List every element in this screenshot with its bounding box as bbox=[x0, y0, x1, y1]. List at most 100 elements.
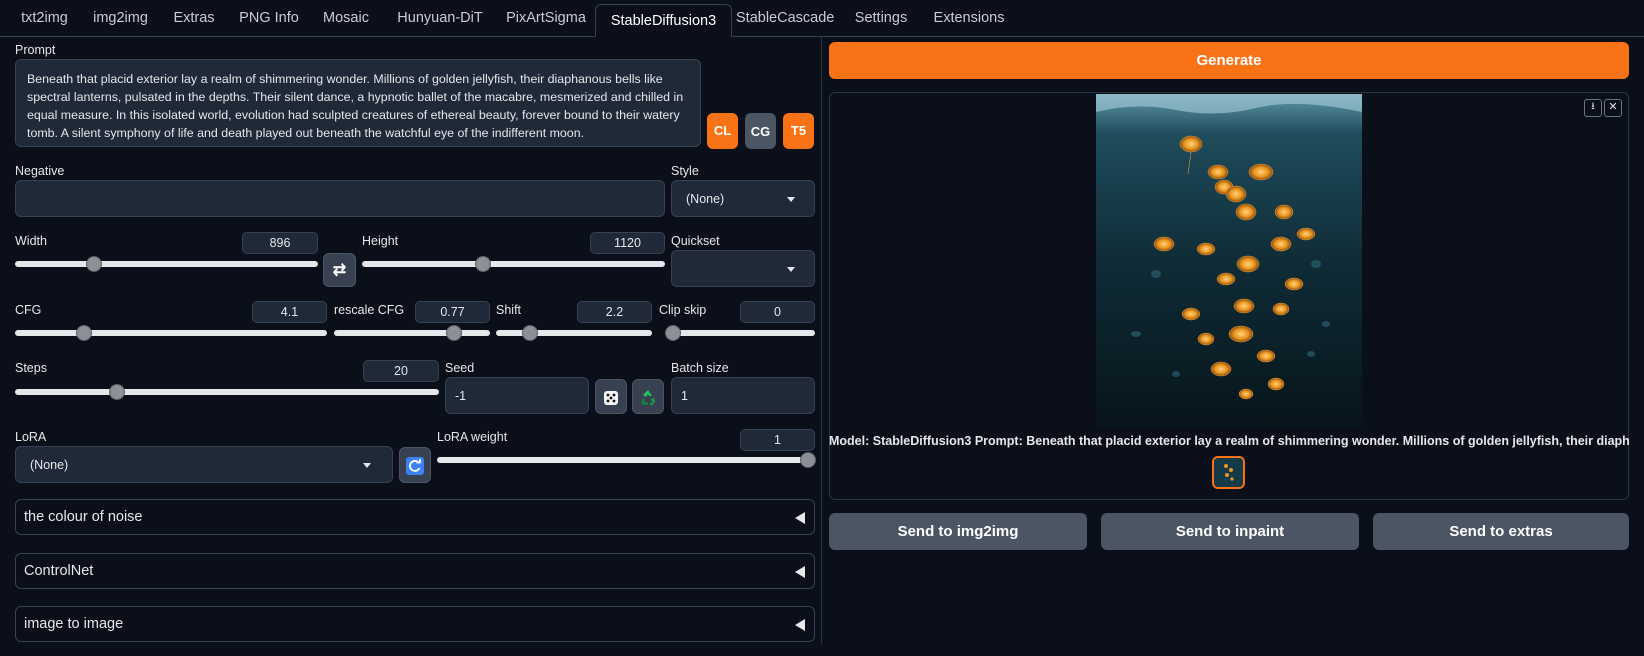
accordion-image-to-image[interactable]: image to image bbox=[15, 606, 815, 642]
tab-settings[interactable]: Settings bbox=[848, 0, 914, 36]
batch-size-input[interactable]: 1 bbox=[671, 377, 815, 414]
rescale-cfg-input[interactable]: 0.77 bbox=[415, 301, 490, 323]
generated-image[interactable] bbox=[1096, 94, 1362, 427]
lora-dropdown[interactable]: (None) bbox=[15, 446, 393, 483]
swap-dimensions-button[interactable]: ⇄ bbox=[323, 253, 356, 287]
lora-label: LoRA bbox=[15, 430, 47, 444]
generate-button[interactable]: Generate bbox=[829, 42, 1629, 79]
accordion-colour-of-noise[interactable]: the colour of noise bbox=[15, 499, 815, 535]
download-button[interactable]: ⭳ bbox=[1584, 99, 1602, 117]
image-caption: Model: StableDiffusion3 Prompt: Beneath … bbox=[829, 434, 1629, 448]
slider-track bbox=[666, 330, 815, 336]
steps-slider[interactable] bbox=[15, 384, 439, 400]
slider-thumb[interactable] bbox=[801, 453, 815, 467]
style-dropdown[interactable]: (None) bbox=[671, 180, 815, 217]
dice-icon bbox=[604, 391, 618, 405]
slider-thumb[interactable] bbox=[76, 326, 91, 340]
slider-track bbox=[15, 389, 439, 395]
slider-thumb[interactable] bbox=[447, 326, 462, 340]
clip-skip-label: Clip skip bbox=[659, 303, 707, 317]
tab-mosaic[interactable]: Mosaic bbox=[312, 0, 380, 36]
tab-png-info[interactable]: PNG Info bbox=[231, 0, 307, 36]
send-to-img2img-button[interactable]: Send to img2img bbox=[829, 513, 1087, 550]
steps-label: Steps bbox=[15, 361, 47, 375]
slider-track bbox=[437, 457, 815, 463]
slider-track bbox=[496, 330, 652, 336]
tab-hunyuan-dit[interactable]: Hunyuan-DiT bbox=[385, 0, 495, 36]
lora-weight-label: LoRA weight bbox=[437, 430, 508, 444]
swap-icon: ⇄ bbox=[332, 262, 347, 279]
slider-thumb[interactable] bbox=[523, 326, 538, 340]
chevron-down-icon bbox=[787, 197, 795, 202]
lora-weight-input[interactable]: 1 bbox=[740, 429, 815, 451]
steps-input[interactable]: 20 bbox=[363, 360, 439, 382]
quickset-dropdown[interactable] bbox=[671, 250, 815, 287]
refresh-icon bbox=[406, 457, 424, 475]
tab-stablediffusion3[interactable]: StableDiffusion3 bbox=[595, 4, 732, 37]
chevron-down-icon bbox=[787, 267, 795, 272]
cg-button[interactable]: CG bbox=[745, 113, 776, 149]
quickset-label: Quickset bbox=[671, 234, 720, 248]
slider-thumb[interactable] bbox=[86, 257, 101, 271]
prompt-textarea[interactable]: Beneath that placid exterior lay a realm… bbox=[15, 59, 701, 147]
slider-thumb[interactable] bbox=[109, 385, 124, 399]
shift-slider[interactable] bbox=[496, 325, 652, 341]
collapse-arrow-icon bbox=[795, 566, 805, 578]
rescale-cfg-label: rescale CFG bbox=[334, 303, 405, 317]
tab-pixartsigma[interactable]: PixArtSigma bbox=[500, 0, 592, 36]
thumbnail-image bbox=[1214, 458, 1243, 487]
close-icon: ✕ bbox=[1608, 101, 1618, 113]
negative-textarea[interactable] bbox=[15, 180, 665, 217]
slider-track bbox=[15, 330, 327, 336]
tab-stablecascade[interactable]: StableCascade bbox=[736, 0, 834, 36]
height-label: Height bbox=[362, 234, 399, 248]
slider-track bbox=[362, 261, 665, 267]
tab-extras[interactable]: Extras bbox=[162, 0, 226, 36]
send-to-inpaint-button[interactable]: Send to inpaint bbox=[1101, 513, 1359, 550]
close-button[interactable]: ✕ bbox=[1604, 99, 1622, 117]
t5-button[interactable]: T5 bbox=[783, 113, 814, 149]
reuse-seed-button[interactable] bbox=[632, 379, 664, 414]
random-seed-button[interactable] bbox=[595, 379, 627, 414]
accordion-title: ControlNet bbox=[24, 563, 94, 579]
accordion-controlnet[interactable]: ControlNet bbox=[15, 553, 815, 589]
slider-track bbox=[15, 261, 318, 267]
collapse-arrow-icon bbox=[795, 619, 805, 631]
slider-thumb[interactable] bbox=[666, 326, 680, 340]
shift-label: Shift bbox=[496, 303, 522, 317]
cfg-slider[interactable] bbox=[15, 325, 327, 341]
tab-txt2img[interactable]: txt2img bbox=[8, 0, 81, 36]
download-icon: ⭳ bbox=[1591, 101, 1595, 112]
prompt-label: Prompt bbox=[15, 43, 56, 57]
shift-input[interactable]: 2.2 bbox=[577, 301, 652, 323]
batch-size-value: 1 bbox=[681, 389, 688, 403]
gallery-thumbnail[interactable] bbox=[1212, 456, 1245, 489]
accordion-title: the colour of noise bbox=[24, 509, 143, 525]
collapse-arrow-icon bbox=[795, 512, 805, 524]
rescale-cfg-slider[interactable] bbox=[334, 325, 490, 341]
refresh-lora-button[interactable] bbox=[399, 447, 431, 483]
chevron-down-icon bbox=[363, 463, 371, 468]
slider-track bbox=[334, 330, 490, 336]
cl-button[interactable]: CL bbox=[707, 113, 738, 149]
lora-value: (None) bbox=[30, 458, 69, 472]
tab-img2img[interactable]: img2img bbox=[84, 0, 157, 36]
recycle-icon bbox=[641, 390, 655, 406]
clip-skip-slider[interactable] bbox=[666, 325, 815, 341]
width-slider[interactable] bbox=[15, 256, 318, 272]
negative-label: Negative bbox=[15, 164, 65, 178]
send-to-extras-button[interactable]: Send to extras bbox=[1373, 513, 1629, 550]
style-value: (None) bbox=[686, 192, 725, 206]
clip-skip-input[interactable]: 0 bbox=[740, 301, 815, 323]
style-label: Style bbox=[671, 164, 699, 178]
lora-weight-slider[interactable] bbox=[437, 452, 815, 468]
width-input[interactable]: 896 bbox=[242, 232, 318, 254]
height-slider[interactable] bbox=[362, 256, 665, 272]
cfg-input[interactable]: 4.1 bbox=[252, 301, 327, 323]
slider-thumb[interactable] bbox=[476, 257, 491, 271]
height-input[interactable]: 1120 bbox=[590, 232, 665, 254]
tab-extensions[interactable]: Extensions bbox=[926, 0, 1012, 36]
cfg-label: CFG bbox=[15, 303, 42, 317]
seed-input[interactable]: -1 bbox=[445, 377, 589, 414]
seed-value: -1 bbox=[455, 389, 467, 403]
